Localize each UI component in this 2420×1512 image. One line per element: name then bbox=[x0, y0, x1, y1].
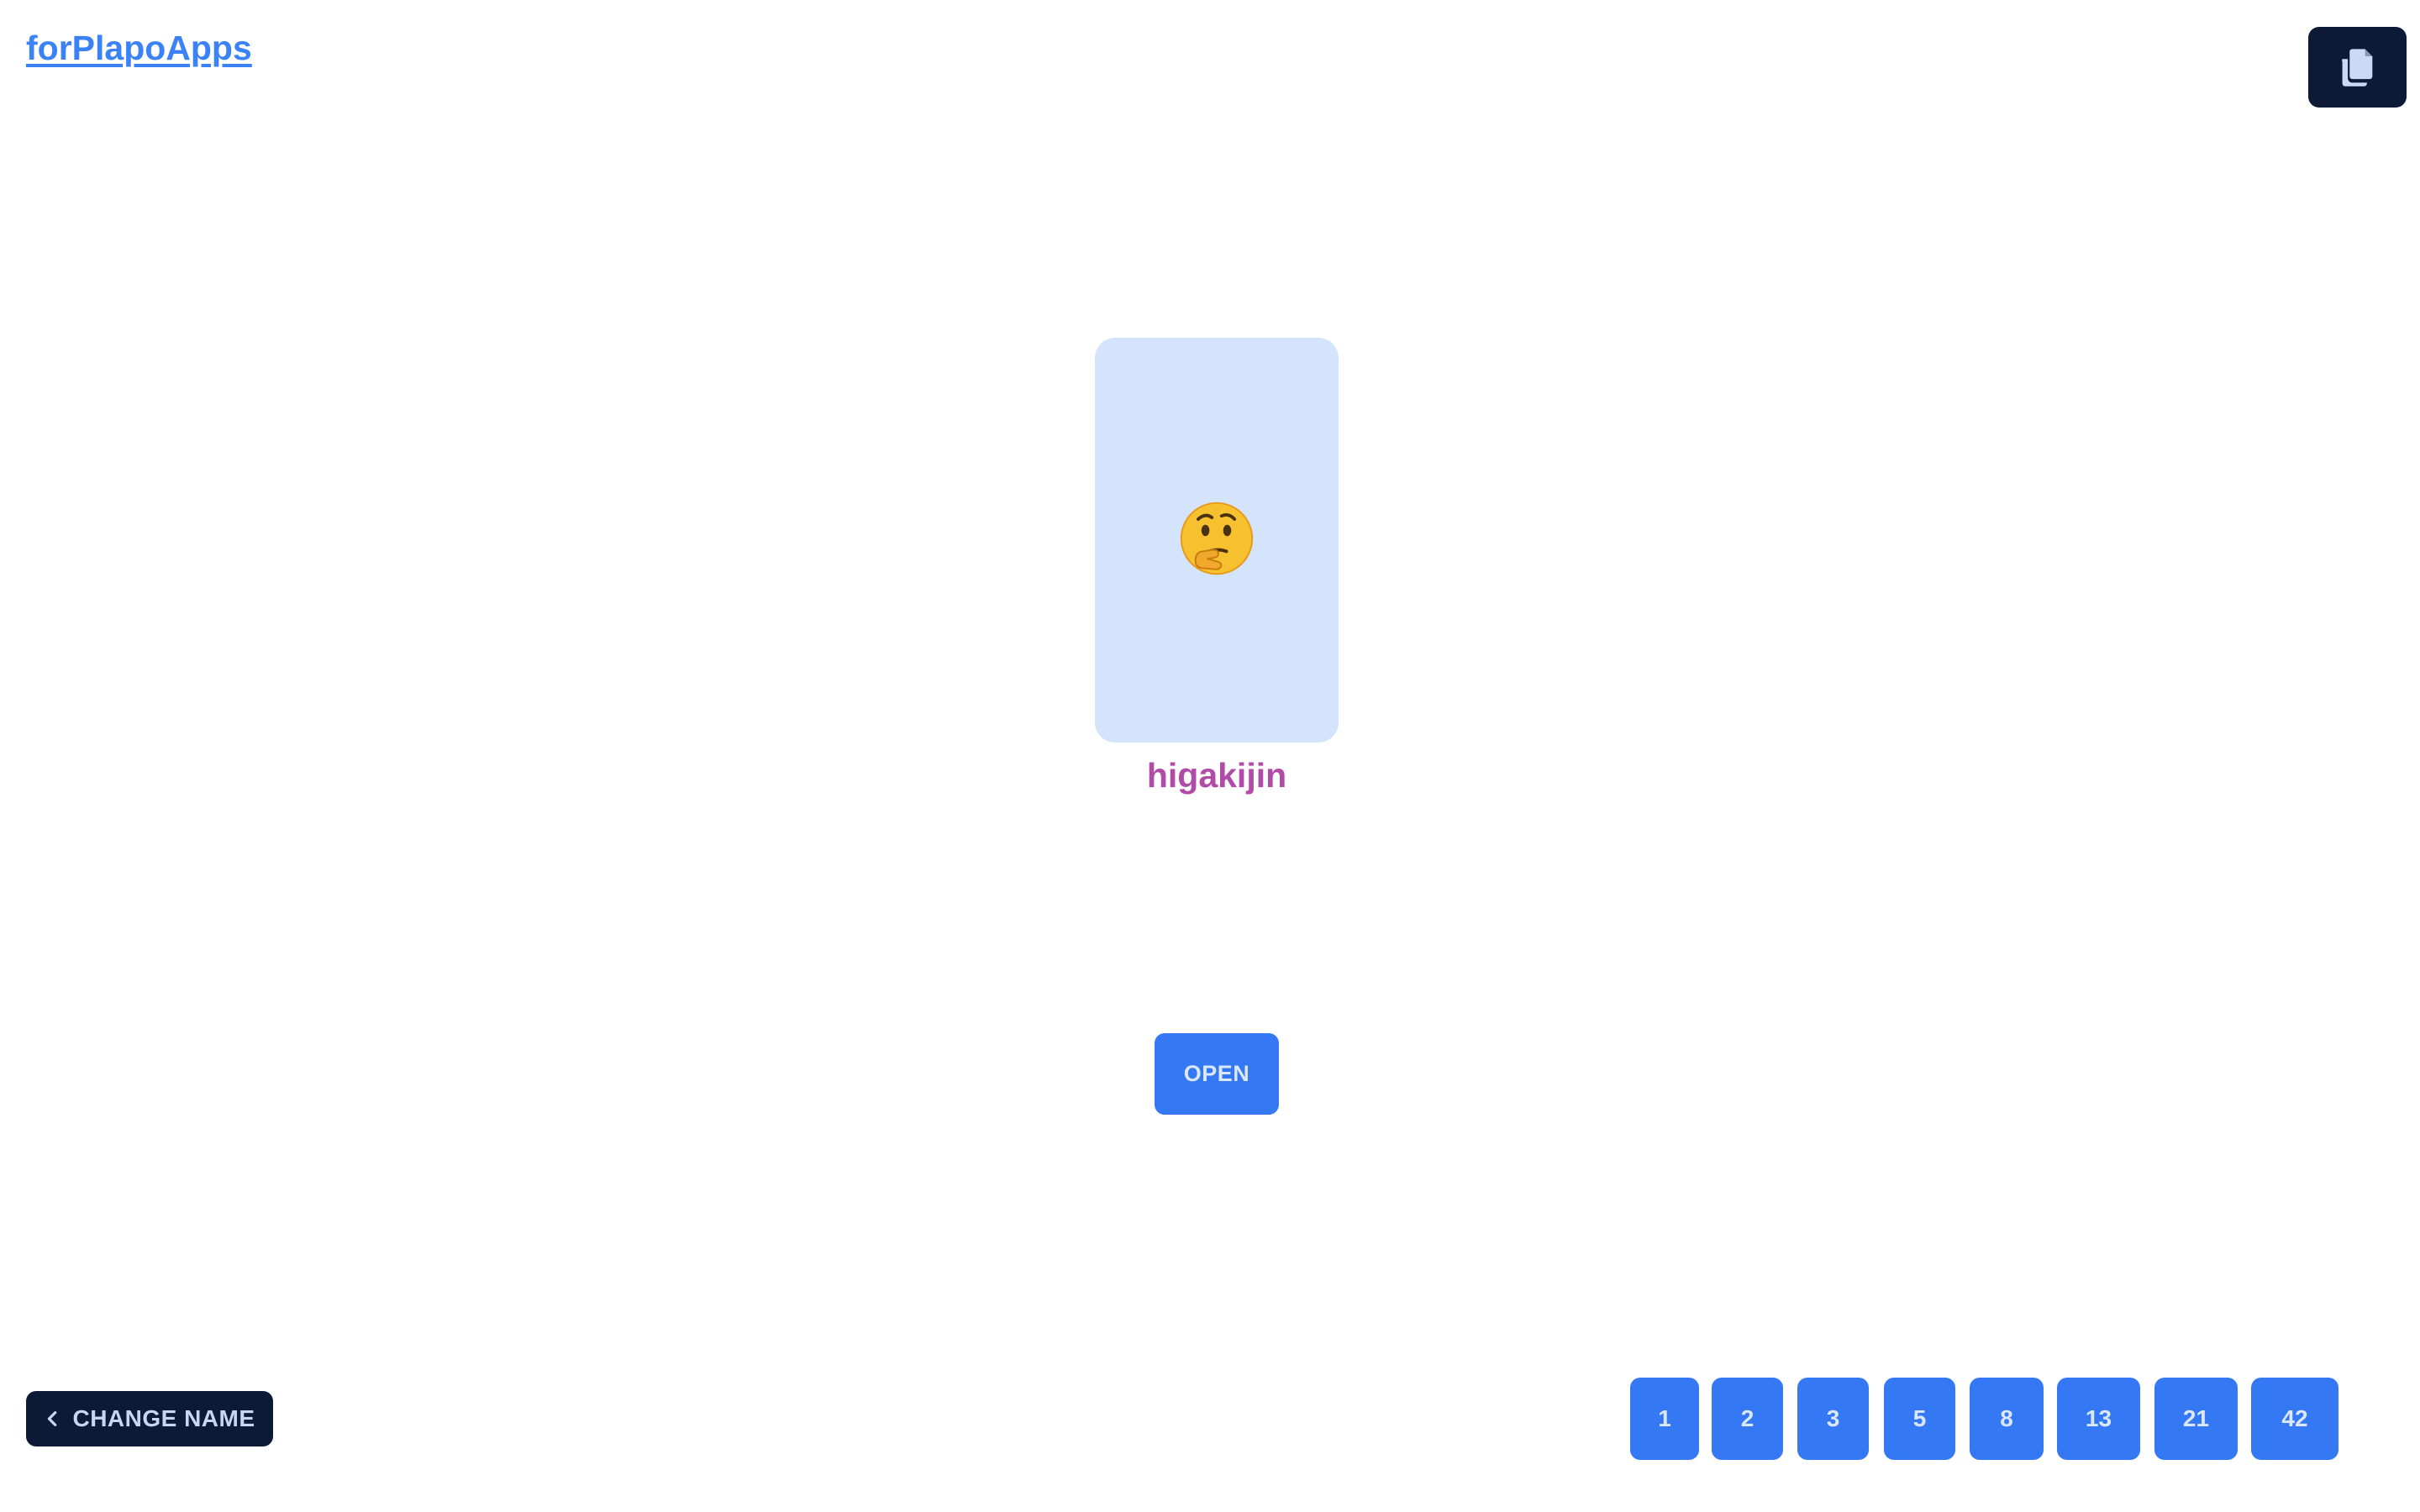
open-button[interactable]: OPEN bbox=[1155, 1033, 1279, 1115]
thinking-face-icon bbox=[1180, 501, 1254, 575]
point-button-1[interactable]: 1 bbox=[1630, 1378, 1699, 1460]
point-selector: 1 2 3 5 8 13 21 42 bbox=[0, 1378, 2420, 1460]
app-root: forPlapoApps 🤔 higakijin OPEN CHANGE NAM… bbox=[0, 0, 2420, 1512]
player-card: 🤔 bbox=[1095, 338, 1339, 743]
point-button-3[interactable]: 3 bbox=[1797, 1378, 1869, 1460]
copy-icon bbox=[2341, 49, 2372, 87]
point-button-21[interactable]: 21 bbox=[2154, 1378, 2238, 1460]
point-button-42[interactable]: 42 bbox=[2251, 1378, 2338, 1460]
player-name: higakijin bbox=[1146, 756, 1287, 795]
point-button-2[interactable]: 2 bbox=[1712, 1378, 1783, 1460]
point-button-5[interactable]: 5 bbox=[1884, 1378, 1955, 1460]
point-button-8[interactable]: 8 bbox=[1970, 1378, 2044, 1460]
point-button-13[interactable]: 13 bbox=[2057, 1378, 2140, 1460]
brand-link[interactable]: forPlapoApps bbox=[26, 29, 252, 68]
copy-button[interactable] bbox=[2308, 27, 2407, 108]
